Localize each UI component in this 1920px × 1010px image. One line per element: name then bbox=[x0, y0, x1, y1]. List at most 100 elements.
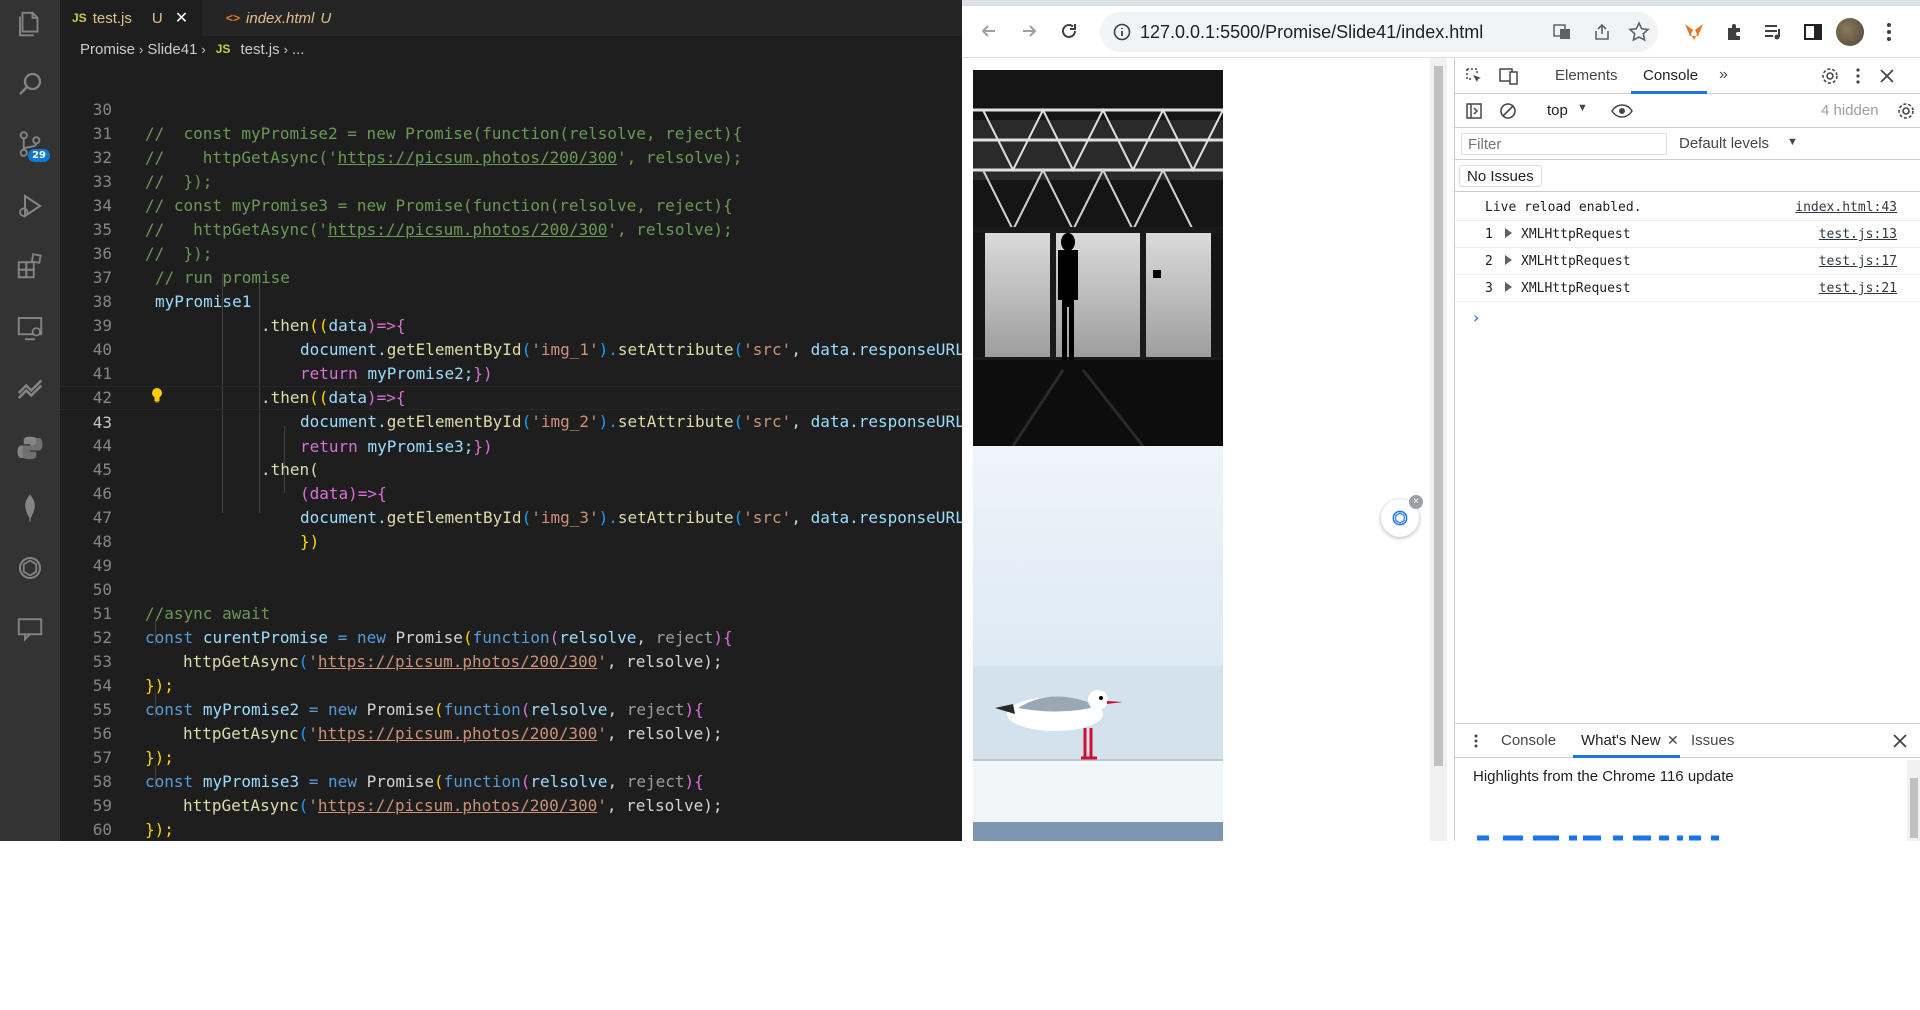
share-icon[interactable] bbox=[1592, 22, 1612, 42]
context-selector[interactable]: top bbox=[1547, 102, 1568, 119]
code-line: 36 // run promise bbox=[60, 218, 962, 287]
extensions-icon[interactable] bbox=[14, 250, 46, 282]
code-line: 54 const myPromise2 = new Promise(functi… bbox=[60, 650, 962, 719]
code-line: 61 bbox=[60, 818, 962, 841]
drawer-tab-whats-new[interactable]: What's New bbox=[1581, 732, 1661, 749]
code-line: 46 document.getElementById('img_3').setA… bbox=[60, 458, 962, 527]
close-tab-icon[interactable]: ✕ bbox=[175, 8, 188, 28]
console-source-link[interactable]: test.js:13 bbox=[1819, 227, 1897, 242]
source-control-icon[interactable]: 29 bbox=[14, 128, 50, 162]
code-line: 55 httpGetAsync('https://picsum.photos/2… bbox=[60, 674, 962, 743]
drawer-tab-issues[interactable]: Issues bbox=[1691, 732, 1734, 749]
remote-explorer-icon[interactable] bbox=[14, 312, 46, 344]
console-settings-gear-icon[interactable] bbox=[1897, 102, 1915, 120]
site-info-icon[interactable] bbox=[1112, 22, 1132, 42]
breadcrumb-item[interactable]: test.js bbox=[240, 41, 279, 58]
log-levels-dropdown[interactable]: Default levels bbox=[1679, 135, 1769, 152]
code-line: 57 const myPromise3 = new Promise(functi… bbox=[60, 722, 962, 791]
lightbulb-icon[interactable] bbox=[150, 387, 164, 403]
tab-elements[interactable]: Elements bbox=[1555, 67, 1618, 84]
filter-row: Default levels ▼ bbox=[1455, 128, 1920, 160]
mongodb-leaf-icon[interactable] bbox=[14, 492, 46, 524]
console-prompt-chevron-icon[interactable]: › bbox=[1473, 308, 1479, 327]
run-debug-icon[interactable] bbox=[14, 190, 46, 222]
console-message[interactable]: 3 XMLHttpRequest test.js:21 bbox=[1455, 275, 1920, 302]
filter-input[interactable] bbox=[1461, 133, 1667, 155]
chevron-right-icon: › bbox=[201, 41, 206, 57]
close-tab-icon[interactable]: ✕ bbox=[1667, 732, 1679, 749]
dropdown-arrow-icon[interactable]: ▼ bbox=[1577, 102, 1588, 114]
expand-triangle-icon[interactable] bbox=[1505, 282, 1512, 292]
code-line: 48 bbox=[60, 506, 962, 551]
close-devtools-icon[interactable] bbox=[1879, 68, 1895, 84]
whats-new-heading: Highlights from the Chrome 116 update bbox=[1473, 768, 1734, 785]
python-icon[interactable] bbox=[14, 432, 46, 464]
search-icon[interactable] bbox=[14, 68, 46, 100]
editor-tabs: JS test.js U ✕ <> index.html U bbox=[60, 0, 962, 36]
profile-avatar[interactable] bbox=[1836, 18, 1864, 46]
chevron-right-icon: › bbox=[139, 41, 144, 57]
explorer-icon[interactable] bbox=[14, 8, 46, 40]
tab-console[interactable]: Console bbox=[1643, 67, 1698, 84]
drawer-tab-console[interactable]: Console bbox=[1501, 732, 1556, 749]
back-arrow-icon[interactable] bbox=[974, 16, 1004, 46]
console-text: Live reload enabled. bbox=[1485, 200, 1642, 215]
inspect-element-icon[interactable] bbox=[1465, 67, 1483, 85]
scrollbar-thumb[interactable] bbox=[1434, 66, 1443, 766]
console-message[interactable]: 2 XMLHttpRequest test.js:17 bbox=[1455, 248, 1920, 275]
drawer-scrollbar[interactable] bbox=[1907, 760, 1920, 841]
breadcrumb-item[interactable]: ... bbox=[292, 41, 305, 58]
address-bar[interactable]: 127.0.0.1:5500/Promise/Slide41/index.htm… bbox=[1100, 12, 1658, 52]
code-line: 42 document.getElementById('img_2').setA… bbox=[60, 362, 962, 431]
close-icon[interactable]: × bbox=[1409, 495, 1423, 509]
html-file-icon: <> bbox=[226, 11, 241, 25]
untracked-indicator: U bbox=[151, 9, 163, 27]
live-expression-eye-icon[interactable] bbox=[1611, 103, 1633, 119]
settings-gear-icon[interactable] bbox=[1821, 67, 1839, 85]
menu-kebab-icon[interactable] bbox=[1884, 21, 1894, 43]
breadcrumb-item[interactable]: Slide41 bbox=[147, 41, 197, 58]
devtools-menu-icon[interactable] bbox=[1855, 67, 1861, 85]
devtools-panel: Elements Console » top ▼ 4 hidden Defaul… bbox=[1454, 58, 1920, 841]
no-issues-button[interactable]: No Issues bbox=[1459, 165, 1542, 187]
code-line: 51 const curentPromise = new Promise(fun… bbox=[60, 578, 962, 647]
side-panel-icon[interactable] bbox=[1802, 21, 1824, 43]
img-2-seagull bbox=[973, 446, 1223, 822]
expand-triangle-icon[interactable] bbox=[1505, 228, 1512, 238]
sidebar-toggle-icon[interactable] bbox=[1465, 102, 1483, 120]
code-line: 49 bbox=[60, 530, 962, 575]
close-drawer-icon[interactable] bbox=[1893, 734, 1907, 748]
scrollbar-thumb[interactable] bbox=[1910, 778, 1918, 838]
device-toolbar-icon[interactable] bbox=[1499, 67, 1519, 85]
reload-icon[interactable] bbox=[1054, 16, 1084, 46]
media-queue-icon[interactable] bbox=[1762, 21, 1784, 43]
page-scrollbar[interactable] bbox=[1430, 58, 1447, 841]
code-editor[interactable]: 30 // const myPromise2 = new Promise(fun… bbox=[60, 62, 962, 841]
live-share-icon[interactable] bbox=[14, 372, 46, 404]
code-line: 56 }); bbox=[60, 698, 962, 767]
url-text[interactable]: 127.0.0.1:5500/Promise/Slide41/index.htm… bbox=[1140, 22, 1483, 43]
tab-index-html[interactable]: <> index.html U bbox=[214, 0, 364, 36]
drawer-menu-icon[interactable] bbox=[1473, 733, 1479, 749]
comments-icon[interactable] bbox=[14, 612, 46, 644]
extensions-puzzle-icon[interactable] bbox=[1724, 21, 1746, 43]
browser-toolbar: 127.0.0.1:5500/Promise/Slide41/index.htm… bbox=[962, 6, 1920, 58]
chatgpt-icon[interactable] bbox=[14, 552, 46, 584]
console-source-link[interactable]: test.js:21 bbox=[1819, 281, 1897, 296]
forward-arrow-icon[interactable] bbox=[1014, 16, 1044, 46]
more-tabs-chevron-icon[interactable]: » bbox=[1719, 66, 1728, 84]
console-source-link[interactable]: index.html:43 bbox=[1795, 200, 1897, 215]
translate-icon[interactable] bbox=[1552, 22, 1572, 42]
breadcrumb-item[interactable]: Promise bbox=[80, 41, 135, 58]
console-message[interactable]: 1 XMLHttpRequest test.js:13 bbox=[1455, 221, 1920, 248]
clear-console-icon[interactable] bbox=[1499, 102, 1517, 120]
floating-assistant-button[interactable]: × bbox=[1381, 495, 1423, 537]
console-source-link[interactable]: test.js:17 bbox=[1819, 254, 1897, 269]
tab-test-js[interactable]: JS test.js U ✕ bbox=[60, 0, 202, 36]
metamask-fox-icon[interactable] bbox=[1682, 20, 1706, 44]
source-control-badge: 29 bbox=[28, 149, 50, 162]
js-file-icon: JS bbox=[215, 42, 231, 56]
expand-triangle-icon[interactable] bbox=[1505, 255, 1512, 265]
bookmark-star-icon[interactable] bbox=[1628, 21, 1650, 43]
dropdown-arrow-icon[interactable]: ▼ bbox=[1787, 136, 1798, 148]
